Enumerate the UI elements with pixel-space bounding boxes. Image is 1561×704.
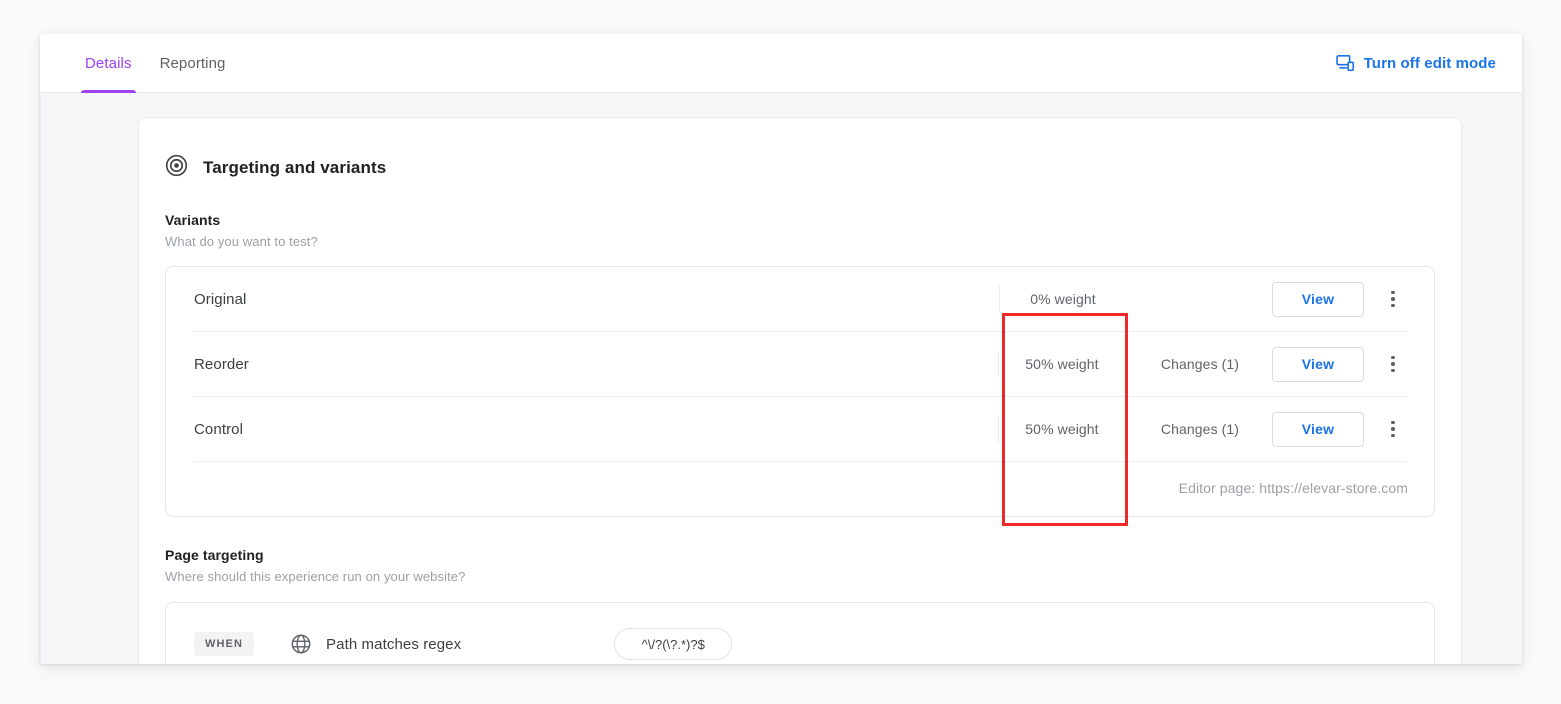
targeting-section-card: Targeting and variants Variants What do … (138, 117, 1462, 664)
when-badge: WHEN (194, 632, 255, 656)
experience-editor-panel: Details Reporting Turn off edit mode Tar… (40, 34, 1522, 664)
tab-details-label: Details (85, 55, 132, 72)
tab-reporting-label: Reporting (159, 55, 226, 72)
variant-weight: 50% weight (1025, 421, 1099, 437)
more-vert-icon[interactable] (1380, 347, 1406, 381)
table-row[interactable]: Control 50% weight Changes (1) View (166, 397, 1434, 461)
page-targeting-label: Page targeting (165, 547, 264, 563)
variants-sublabel: What do you want to test? (165, 234, 318, 249)
variant-name: Original (194, 290, 247, 308)
tab-details[interactable]: Details (71, 34, 146, 93)
targeting-condition-card: WHEN Path matches regex ^\/?(\?.*)?$ (165, 602, 1435, 664)
variant-changes[interactable]: Changes (1) (1146, 356, 1254, 372)
variants-table: Original 0% weight View Reorder 50% weig… (165, 266, 1435, 517)
view-button[interactable]: View (1272, 411, 1364, 447)
globe-icon (290, 633, 312, 655)
variant-changes[interactable]: Changes (1) (1146, 421, 1254, 437)
turn-off-edit-mode-button[interactable]: Turn off edit mode (1335, 34, 1496, 93)
section-header: Targeting and variants (165, 154, 1435, 182)
variant-weight: 0% weight (1030, 291, 1096, 307)
condition-label[interactable]: Path matches regex (326, 636, 461, 653)
content-area: Targeting and variants Variants What do … (40, 93, 1522, 664)
tab-reporting[interactable]: Reporting (146, 34, 240, 93)
variant-name: Control (194, 420, 244, 438)
view-button[interactable]: View (1272, 346, 1364, 382)
variant-weight: 50% weight (1025, 356, 1099, 372)
devices-icon (1335, 55, 1355, 72)
editor-page-label: Editor page: https://elevar-store.com (1178, 480, 1408, 496)
variant-name: Reorder (194, 355, 249, 373)
row-divider (1125, 351, 1126, 377)
page-targeting-sublabel: Where should this experience run on your… (165, 569, 466, 584)
tab-list: Details Reporting (40, 34, 240, 93)
target-icon (165, 154, 188, 182)
variants-label: Variants (165, 212, 221, 228)
view-button[interactable]: View (1272, 281, 1364, 317)
regex-value-chip[interactable]: ^\/?(\?.*)?$ (614, 628, 733, 660)
turn-off-edit-mode-label: Turn off edit mode (1363, 55, 1496, 72)
table-row[interactable]: Reorder 50% weight Changes (1) View (166, 332, 1434, 396)
more-vert-icon[interactable] (1380, 282, 1406, 316)
page-title: Targeting and variants (203, 158, 387, 177)
more-vert-icon[interactable] (1380, 412, 1406, 446)
row-divider (1125, 416, 1126, 442)
variants-rows: Original 0% weight View Reorder 50% weig… (166, 267, 1434, 462)
table-row[interactable]: Original 0% weight View (166, 267, 1434, 331)
tab-bar: Details Reporting Turn off edit mode (40, 34, 1522, 93)
